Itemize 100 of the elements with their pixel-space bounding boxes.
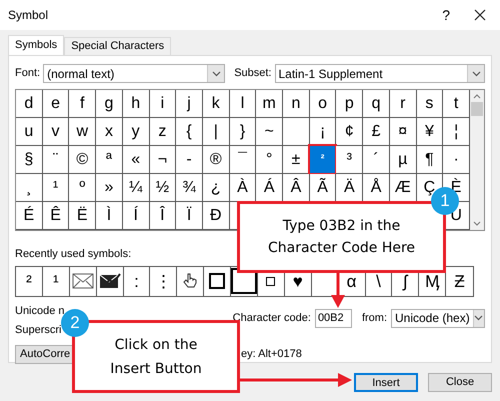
scroll-up-icon[interactable] [473, 94, 481, 99]
symbol-cell[interactable]: Î [150, 202, 176, 230]
symbol-cell[interactable]: ° [256, 146, 284, 174]
symbol-cell[interactable]: ¸ [16, 174, 43, 202]
symbol-cell[interactable]: ¶ [416, 146, 444, 174]
close-icon[interactable] [474, 9, 486, 21]
dialog-button[interactable]: Close [428, 373, 492, 392]
recent-symbol-cell[interactable]: : [124, 266, 150, 296]
symbol-cell[interactable]: t [443, 90, 470, 118]
symbol-cell[interactable]: · [443, 146, 470, 174]
character-code-field[interactable]: 00B2 [314, 308, 352, 328]
symbol-cell[interactable]: Ã [310, 174, 336, 202]
symbol-cell[interactable]: Í [122, 202, 150, 230]
help-button[interactable]: ? [442, 4, 450, 26]
symbol-cell[interactable]: ¦ [443, 118, 470, 146]
symbol-cell[interactable]: Ì [96, 202, 123, 230]
symbol-cell[interactable]: ¤ [390, 118, 417, 146]
symbol-cell[interactable]: { [176, 118, 203, 146]
dialog-button[interactable]: Insert [354, 373, 418, 392]
symbol-cell[interactable]: ² [310, 146, 336, 174]
chevron-down-icon [474, 315, 484, 321]
symbol-cell[interactable]: y [122, 118, 150, 146]
symbol-cell[interactable]: h [122, 90, 150, 118]
symbol-cell[interactable]: j [176, 90, 203, 118]
recent-symbol-cell[interactable]: ⋮ [150, 266, 178, 296]
dropdown-field[interactable]: Unicode (hex) [391, 308, 485, 328]
symbol-cell[interactable]: | [202, 118, 230, 146]
symbol-cell[interactable]: ¥ [416, 118, 444, 146]
symbol-cell[interactable]: ¹ [42, 174, 70, 202]
symbol-cell[interactable]: z [150, 118, 176, 146]
dropdown-field[interactable]: Latin-1 Supplement [274, 64, 485, 83]
symbol-cell[interactable]: ª [96, 146, 123, 174]
symbol-cell[interactable]: p [336, 90, 364, 118]
symbol-cell[interactable]: £ [363, 118, 390, 146]
callout-text: Insert Button [110, 360, 202, 378]
symbol-cell[interactable]: e [42, 90, 70, 118]
symbol-cell[interactable]: » [96, 174, 123, 202]
dropdown-button[interactable] [207, 65, 224, 82]
recent-symbol-cell[interactable]: ² [16, 266, 43, 296]
recent-symbol-cell[interactable]: ¹ [42, 266, 70, 296]
scroll-thumb[interactable] [471, 102, 483, 116]
scroll-down-icon[interactable] [473, 221, 481, 226]
symbol-cell[interactable]: Ë [69, 202, 96, 230]
chevron-down-icon [212, 70, 221, 76]
dropdown-value: Latin-1 Supplement [278, 68, 384, 80]
symbol-cell[interactable]: f [69, 90, 96, 118]
symbol-cell[interactable]: l [230, 90, 256, 118]
symbol-cell[interactable]: g [96, 90, 123, 118]
symbol-cell[interactable]: Ä [336, 174, 364, 202]
symbol-glyph: ² [26, 272, 32, 290]
symbol-cell[interactable]: ~ [256, 118, 284, 146]
symbol-cell[interactable]: r [390, 90, 417, 118]
symbol-cell[interactable]: ¨ [42, 146, 70, 174]
symbol-cell[interactable]: ¿ [202, 174, 230, 202]
symbol-cell[interactable]: Ï [176, 202, 203, 230]
symbol-cell[interactable]: ¬ [150, 146, 176, 174]
symbol-cell[interactable]: v [42, 118, 70, 146]
recent-symbol-cell[interactable]: Ƶ [446, 266, 473, 296]
symbol-cell[interactable]: - [176, 146, 203, 174]
symbol-cell[interactable]: © [69, 146, 96, 174]
dropdown-field[interactable]: (normal text) [43, 64, 226, 83]
tab[interactable]: Special Characters [64, 37, 172, 55]
symbol-cell[interactable]: É [16, 202, 43, 230]
pointing-hand-icon [183, 273, 198, 289]
symbol-cell[interactable]: u [16, 118, 43, 146]
symbol-cell[interactable]: k [202, 90, 230, 118]
symbol-cell[interactable]: Ê [42, 202, 70, 230]
symbol-cell[interactable]: ¯ [230, 146, 256, 174]
symbol-cell[interactable]: s [416, 90, 444, 118]
symbol-cell[interactable]: m [256, 90, 284, 118]
symbol-cell[interactable]: ¢ [336, 118, 364, 146]
symbol-cell[interactable]: § [16, 146, 43, 174]
symbol-cell[interactable]: À [230, 174, 256, 202]
tab[interactable]: Symbols [8, 35, 64, 55]
symbol-cell[interactable]: o [310, 90, 336, 118]
symbol-cell[interactable]: x [96, 118, 123, 146]
symbol-cell[interactable]: n [283, 90, 310, 118]
symbol-cell[interactable]: ¼ [122, 174, 150, 202]
symbol-cell[interactable]: w [69, 118, 96, 146]
symbol-cell[interactable]: ® [202, 146, 230, 174]
dropdown-button[interactable] [467, 65, 484, 82]
symbol-cell[interactable]: « [122, 146, 150, 174]
symbol-cell[interactable]: } [230, 118, 256, 146]
symbol-cell[interactable]: ´ [363, 146, 390, 174]
autocorrect-button[interactable]: AutoCorre [15, 344, 73, 364]
symbol-cell[interactable]: ¾ [176, 174, 203, 202]
symbol-cell[interactable]: ³ [336, 146, 364, 174]
symbol-cell[interactable]: d [16, 90, 43, 118]
font-label: Font: [15, 66, 40, 82]
symbol-cell[interactable]: i [150, 90, 176, 118]
symbol-cell[interactable]: q [363, 90, 390, 118]
unicode-name-label: Unicode n [15, 304, 65, 318]
symbol-cell[interactable]: º [69, 174, 96, 202]
symbol-cell[interactable] [283, 118, 310, 146]
recent-symbol-cell[interactable] [70, 266, 97, 296]
symbol-cell[interactable]: Ð [202, 202, 230, 230]
symbol-glyph: ¹ [52, 272, 59, 290]
symbol-cell[interactable]: ½ [150, 174, 176, 202]
symbol-cell[interactable]: µ [390, 146, 417, 174]
dropdown-button[interactable] [472, 310, 484, 326]
